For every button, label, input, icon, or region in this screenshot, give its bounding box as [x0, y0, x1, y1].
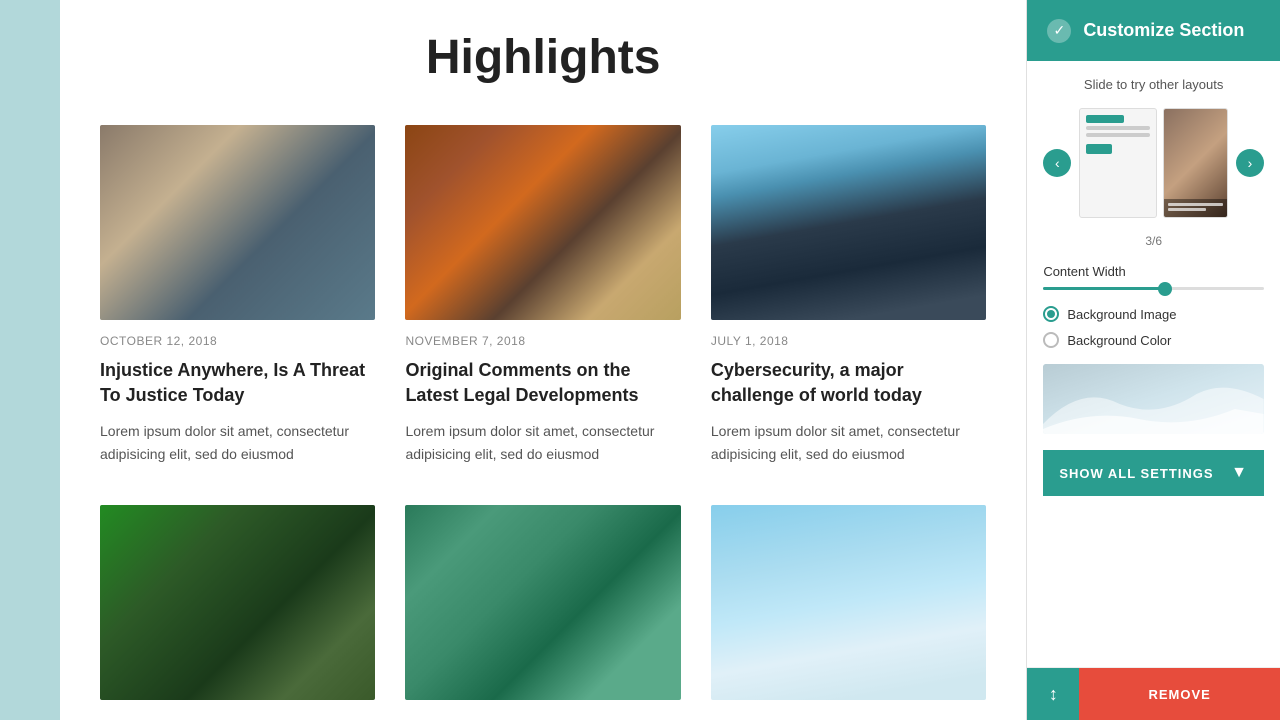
slider-fill: [1043, 287, 1164, 290]
left-accent: [0, 0, 60, 720]
article-excerpt: Lorem ipsum dolor sit amet, consectetur …: [711, 420, 986, 465]
article-image: [405, 505, 680, 700]
article-card: NOVEMBER 7, 2018 Original Comments on th…: [405, 125, 680, 465]
sidebar-header-title: Customize Section: [1083, 20, 1244, 41]
article-image: [405, 125, 680, 320]
preview-bar: [1086, 115, 1124, 123]
article-image: [711, 505, 986, 700]
preview-line: [1086, 126, 1149, 130]
check-icon: ✓: [1047, 19, 1071, 43]
article-card: JULY 1, 2018 Cybersecurity, a major chal…: [711, 125, 986, 465]
preview-line: [1168, 203, 1223, 206]
preview-overlay: [1164, 199, 1227, 217]
bg-image-label: Background Image: [1067, 307, 1176, 322]
show-all-settings-button[interactable]: SHOW ALL SETTINGS ▼: [1043, 450, 1264, 496]
article-title[interactable]: Cybersecurity, a major challenge of worl…: [711, 358, 986, 408]
article-image: [711, 125, 986, 320]
sidebar-footer: ↕ REMOVE: [1027, 667, 1280, 720]
content-width-slider[interactable]: [1043, 287, 1264, 290]
show-all-label: SHOW ALL SETTINGS: [1059, 466, 1213, 481]
carousel-count: 3/6: [1043, 234, 1264, 248]
radio-circle-bg-image[interactable]: [1043, 306, 1059, 322]
layout-carousel: ‹ ›: [1043, 108, 1264, 218]
bg-image-radio[interactable]: Background Image: [1043, 306, 1264, 322]
article-date: NOVEMBER 7, 2018: [405, 334, 680, 348]
article-date: JULY 1, 2018: [711, 334, 986, 348]
carousel-preview-right[interactable]: [1163, 108, 1228, 218]
article-title[interactable]: Injustice Anywhere, Is A Threat To Justi…: [100, 358, 375, 408]
sidebar-panel: ✓ Customize Section Slide to try other l…: [1026, 0, 1280, 720]
page-title: Highlights: [100, 30, 986, 85]
preview-line: [1168, 208, 1207, 211]
article-image: [100, 125, 375, 320]
articles-grid-row2: [100, 505, 986, 700]
preview-line: [1086, 133, 1149, 137]
article-excerpt: Lorem ipsum dolor sit amet, consectetur …: [100, 420, 375, 465]
remove-section-button[interactable]: REMOVE: [1079, 668, 1280, 720]
sidebar-header: ✓ Customize Section: [1027, 0, 1280, 61]
move-icon: ↕: [1049, 684, 1058, 705]
bg-preview: [1043, 364, 1264, 434]
content-width-section: Content Width: [1043, 264, 1264, 290]
preview-btn: [1086, 144, 1111, 154]
carousel-previews: [1079, 108, 1228, 218]
show-all-arrow-icon: ▼: [1231, 464, 1248, 482]
main-content: Highlights OCTOBER 12, 2018 Injustice An…: [60, 0, 1026, 720]
article-card: [405, 505, 680, 700]
slide-hint: Slide to try other layouts: [1043, 77, 1264, 92]
carousel-next-button[interactable]: ›: [1236, 149, 1264, 177]
article-card: OCTOBER 12, 2018 Injustice Anywhere, Is …: [100, 125, 375, 465]
carousel-prev-button[interactable]: ‹: [1043, 149, 1071, 177]
slider-container: [1043, 287, 1264, 290]
articles-grid: OCTOBER 12, 2018 Injustice Anywhere, Is …: [100, 125, 986, 465]
bg-color-label: Background Color: [1067, 333, 1171, 348]
article-card: [100, 505, 375, 700]
radio-circle-bg-color[interactable]: [1043, 332, 1059, 348]
content-width-label: Content Width: [1043, 264, 1264, 279]
bg-color-radio[interactable]: Background Color: [1043, 332, 1264, 348]
article-excerpt: Lorem ipsum dolor sit amet, consectetur …: [405, 420, 680, 465]
carousel-preview-left[interactable]: [1079, 108, 1156, 218]
sidebar-body: Slide to try other layouts ‹: [1027, 61, 1280, 667]
move-section-button[interactable]: ↕: [1027, 668, 1079, 720]
article-card: [711, 505, 986, 700]
radio-group: Background Image Background Color: [1043, 306, 1264, 348]
article-image: [100, 505, 375, 700]
article-date: OCTOBER 12, 2018: [100, 334, 375, 348]
article-title[interactable]: Original Comments on the Latest Legal De…: [405, 358, 680, 408]
slider-thumb[interactable]: [1158, 282, 1172, 296]
